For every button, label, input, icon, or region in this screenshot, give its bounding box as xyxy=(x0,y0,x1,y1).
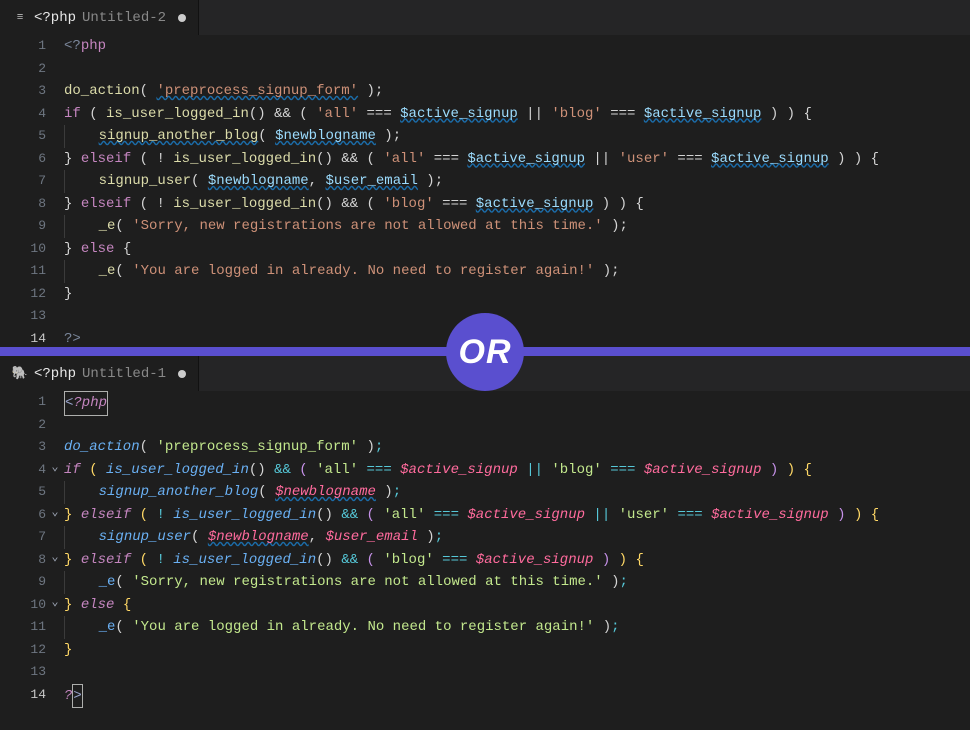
code-line[interactable]: } else { xyxy=(64,594,970,617)
tab-language: <?php xyxy=(34,366,76,382)
line-number[interactable]: 12 xyxy=(0,283,60,306)
code-line[interactable]: } xyxy=(64,639,970,662)
line-number[interactable]: 8⌄ xyxy=(0,549,60,572)
code-line[interactable]: } elseif ( ! is_user_logged_in() && ( 'a… xyxy=(64,148,970,171)
code-line[interactable]: ?> xyxy=(64,684,970,707)
tab-untitled-1[interactable]: 🐘 <?php Untitled-1 xyxy=(0,356,199,391)
line-number[interactable]: 11 xyxy=(0,616,60,639)
code-line[interactable]: do_action( 'preprocess_signup_form' ); xyxy=(64,436,970,459)
tab-filename: Untitled-2 xyxy=(82,10,166,26)
line-number[interactable]: 6 xyxy=(0,148,60,171)
cursor: <?php xyxy=(64,391,108,416)
menu-icon: ≡ xyxy=(12,10,28,26)
line-number[interactable]: 9 xyxy=(0,215,60,238)
line-number[interactable]: 7 xyxy=(0,526,60,549)
tab-filename: Untitled-1 xyxy=(82,366,166,382)
line-number[interactable]: 11 xyxy=(0,260,60,283)
code-line[interactable]: } else { xyxy=(64,238,970,261)
line-number[interactable]: 4 xyxy=(0,103,60,126)
tab-untitled-2[interactable]: ≡ <?php Untitled-2 xyxy=(0,0,199,35)
line-number[interactable]: 6⌄ xyxy=(0,504,60,527)
code-line[interactable]: } xyxy=(64,283,970,306)
code-line[interactable]: signup_user( $newblogname, $user_email )… xyxy=(64,526,970,549)
code-area[interactable]: <?php do_action( 'preprocess_signup_form'… xyxy=(60,35,970,350)
line-number[interactable]: 5 xyxy=(0,481,60,504)
code-line[interactable]: _e( 'Sorry, new registrations are not al… xyxy=(64,571,970,594)
line-number[interactable]: 4⌄ xyxy=(0,459,60,482)
code-line[interactable] xyxy=(64,58,970,81)
tab-bar: ≡ <?php Untitled-2 xyxy=(0,0,970,35)
code-line[interactable]: signup_another_blog( $newblogname ); xyxy=(64,481,970,504)
code-area[interactable]: <?php do_action( 'preprocess_signup_form'… xyxy=(60,391,970,706)
line-number[interactable]: 7 xyxy=(0,170,60,193)
editor-top[interactable]: 1234567891011121314 <?phpdo_action( 'pre… xyxy=(0,35,970,350)
code-line[interactable]: _e( 'You are logged in already. No need … xyxy=(64,616,970,639)
code-line[interactable] xyxy=(64,661,970,684)
fold-icon[interactable]: ⌄ xyxy=(48,461,62,475)
editor-bottom[interactable]: 1234⌄56⌄78⌄910⌄11121314 <?phpdo_action( … xyxy=(0,391,970,706)
line-number[interactable]: 5 xyxy=(0,125,60,148)
or-badge: OR xyxy=(446,313,524,391)
editor-pane-top: ≡ <?php Untitled-2 1234567891011121314 <… xyxy=(0,0,970,352)
code-line[interactable]: _e( 'You are logged in already. No need … xyxy=(64,260,970,283)
gutter[interactable]: 1234567891011121314 xyxy=(0,35,60,350)
line-number[interactable]: 3 xyxy=(0,436,60,459)
line-number[interactable]: 10⌄ xyxy=(0,594,60,617)
php-icon: 🐘 xyxy=(12,366,28,382)
line-number[interactable]: 9 xyxy=(0,571,60,594)
dirty-indicator-icon xyxy=(178,14,186,22)
fold-icon[interactable]: ⌄ xyxy=(48,596,62,610)
line-number[interactable]: 8 xyxy=(0,193,60,216)
dirty-indicator-icon xyxy=(178,370,186,378)
code-line[interactable]: if ( is_user_logged_in() && ( 'all' === … xyxy=(64,103,970,126)
line-number[interactable]: 1 xyxy=(0,35,60,58)
fold-icon[interactable]: ⌄ xyxy=(48,506,62,520)
line-number[interactable]: 3 xyxy=(0,80,60,103)
line-number[interactable]: 1 xyxy=(0,391,60,414)
tab-language: <?php xyxy=(34,10,76,26)
code-line[interactable]: } elseif ( ! is_user_logged_in() && ( 'a… xyxy=(64,504,970,527)
line-number[interactable]: 2 xyxy=(0,414,60,437)
gutter[interactable]: 1234⌄56⌄78⌄910⌄11121314 xyxy=(0,391,60,706)
code-line[interactable]: <?php xyxy=(64,391,970,414)
line-number[interactable]: 14 xyxy=(0,684,60,707)
code-line[interactable]: signup_user( $newblogname, $user_email )… xyxy=(64,170,970,193)
line-number[interactable]: 13 xyxy=(0,305,60,328)
code-line[interactable] xyxy=(64,305,970,328)
code-line[interactable]: } elseif ( ! is_user_logged_in() && ( 'b… xyxy=(64,549,970,572)
line-number[interactable]: 2 xyxy=(0,58,60,81)
code-line[interactable]: do_action( 'preprocess_signup_form' ); xyxy=(64,80,970,103)
line-number[interactable]: 13 xyxy=(0,661,60,684)
line-number[interactable]: 12 xyxy=(0,639,60,662)
cursor: > xyxy=(72,684,82,709)
code-line[interactable]: } elseif ( ! is_user_logged_in() && ( 'b… xyxy=(64,193,970,216)
code-line[interactable]: if ( is_user_logged_in() && ( 'all' === … xyxy=(64,459,970,482)
code-line[interactable] xyxy=(64,414,970,437)
code-line[interactable]: <?php xyxy=(64,35,970,58)
editor-pane-bottom: 🐘 <?php Untitled-1 1234⌄56⌄78⌄910⌄111213… xyxy=(0,356,970,706)
line-number[interactable]: 10 xyxy=(0,238,60,261)
code-line[interactable]: _e( 'Sorry, new registrations are not al… xyxy=(64,215,970,238)
code-line[interactable]: signup_another_blog( $newblogname ); xyxy=(64,125,970,148)
fold-icon[interactable]: ⌄ xyxy=(48,551,62,565)
